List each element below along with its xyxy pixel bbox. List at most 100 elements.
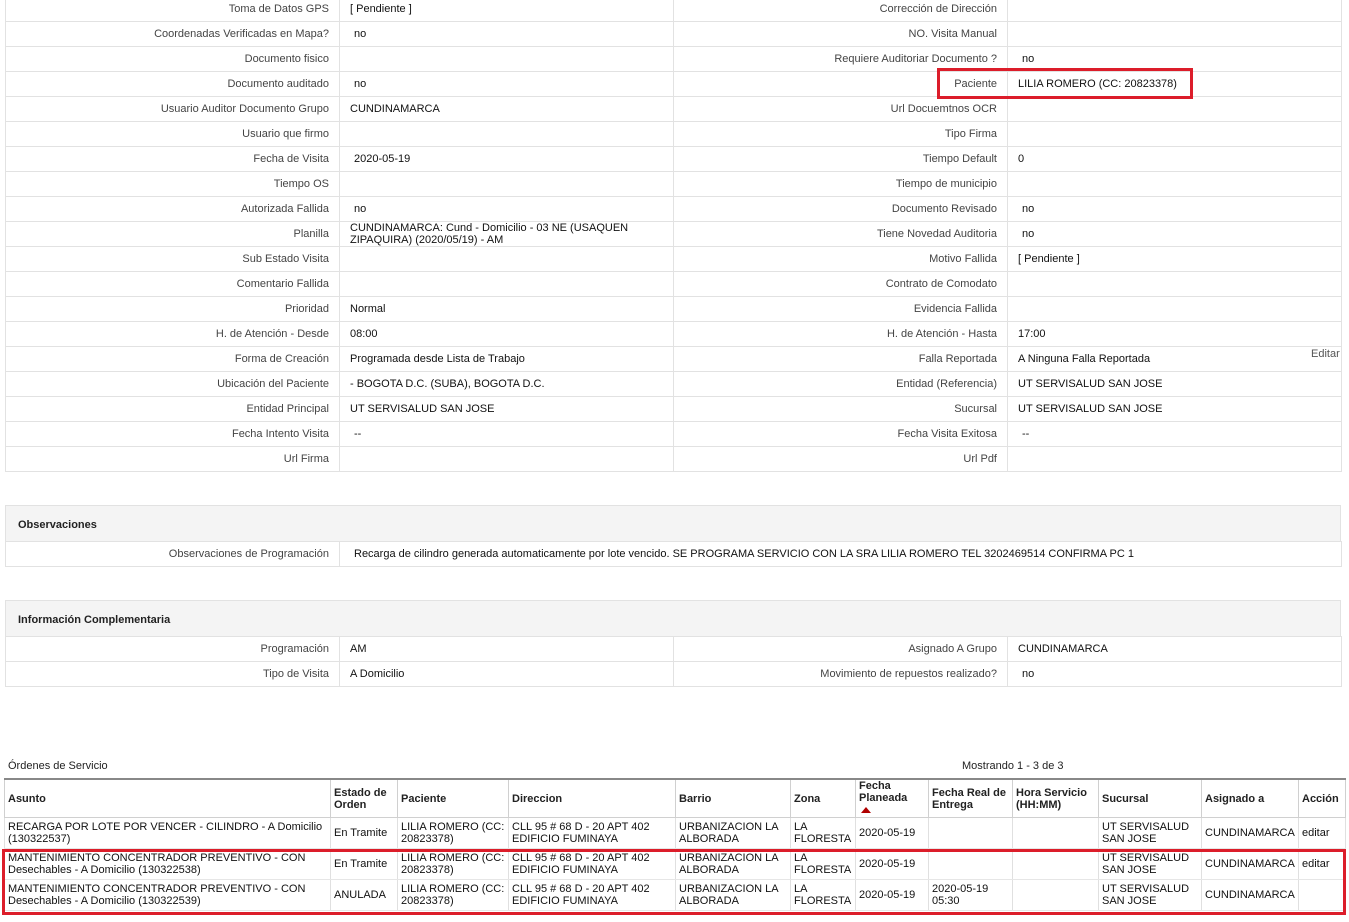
observaciones-value: Recarga de cilindro generada automaticam… (339, 541, 1342, 567)
column-header-fecha-real-de-entrega[interactable]: Fecha Real de Entrega (928, 778, 1013, 818)
field-label-toma-de-datos-gps: Toma de Datos GPS (5, 0, 340, 22)
field-value-usuario-auditor-documento-grupo: CUNDINAMARCA (339, 96, 674, 122)
column-header-direccion[interactable]: Direccion (508, 778, 676, 818)
field-value-entidad-referencia: UT SERVISALUD SAN JOSE (1007, 371, 1342, 397)
field-label-h-de-atencion-hasta: H. de Atención - Hasta (673, 321, 1008, 347)
column-header-fecha-planeada[interactable]: Fecha Planeada (855, 778, 929, 818)
field-value-planilla: CUNDINAMARCA: Cund - Domicilio - 03 NE (… (339, 221, 674, 247)
field-value-url-docuemtnos-ocr (1007, 96, 1342, 122)
detail-row: Autorizada Fallida no Documento Revisado no (5, 196, 1342, 222)
detail-row: Sub Estado Visita Motivo Fallida[ Pendien… (5, 246, 1342, 272)
column-header-hora-servicio-hh-mm[interactable]: Hora Servicio (HH:MM) (1012, 778, 1099, 818)
column-header-label: Direccion (512, 792, 563, 805)
field-label-movimiento-de-repuestos-realizado: Movimiento de repuestos realizado? (673, 661, 1008, 687)
field-value-tipo-de-visita: A Domicilio (339, 661, 674, 687)
field-value-toma-de-datos-gps: [ Pendiente ] (339, 0, 674, 22)
order-cell-accion[interactable]: editar (1298, 817, 1346, 849)
order-cell-fecha-real (928, 817, 1013, 849)
field-value-falla-reportada: A Ninguna Falla Reportada (1007, 346, 1342, 372)
observaciones-row: Observaciones de Programación Recarga de… (5, 541, 1342, 567)
column-header-label: Zona (794, 792, 821, 805)
column-header-zona[interactable]: Zona (790, 778, 856, 818)
field-value-tipo-firma (1007, 121, 1342, 147)
field-value-fecha-intento-visita: -- (339, 421, 674, 447)
field-value-contrato-de-comodato (1007, 271, 1342, 297)
field-value-sub-estado-visita (339, 246, 674, 272)
field-value-documento-auditado: no (339, 71, 674, 97)
order-cell-barrio: URBANIZACION LA ALBORADA (675, 817, 791, 849)
field-label-evidencia-fallida: Evidencia Fallida (673, 296, 1008, 322)
detail-row: H. de Atención - Desde 08:00 H. de Atenció… (5, 321, 1342, 347)
field-label-no-visita-manual: NO. Visita Manual (673, 21, 1008, 47)
detail-row: Forma de Creación Programada desde Lista … (5, 346, 1342, 372)
field-label-autorizada-fallida: Autorizada Fallida (5, 196, 340, 222)
field-value-fecha-de-visita: 2020-05-19 (339, 146, 674, 172)
column-header-asignado-a[interactable]: Asignado a (1201, 778, 1299, 818)
orders-count: Mostrando 1 - 3 de 3 (962, 760, 1064, 772)
field-value-tiene-novedad-auditoria: no (1007, 221, 1342, 247)
detail-row: Usuario que firmo Tipo Firma (5, 121, 1342, 147)
column-header-label: Acción (1302, 792, 1339, 805)
field-label-tiene-novedad-auditoria: Tiene Novedad Auditoria (673, 221, 1008, 247)
field-value-autorizada-fallida: no (339, 196, 674, 222)
field-value-sucursal: UT SERVISALUD SAN JOSE (1007, 396, 1342, 422)
column-header-label: Fecha Real de Entrega (932, 786, 1006, 811)
column-header-paciente[interactable]: Paciente (397, 778, 509, 818)
order-row[interactable]: RECARGA POR LOTE POR VENCER - CILINDRO -… (4, 817, 1346, 849)
field-label-usuario-auditor-documento-grupo: Usuario Auditor Documento Grupo (5, 96, 340, 122)
detail-row: Planilla CUNDINAMARCA: Cund - Domicilio -… (5, 221, 1342, 247)
field-value-h-de-atencion-desde: 08:00 (339, 321, 674, 347)
observaciones-header: Observaciones (5, 505, 1341, 541)
field-value-coordenadas-verificadas-en-mapa: no (339, 21, 674, 47)
field-value-movimiento-de-repuestos-realizado: no (1007, 661, 1342, 687)
field-label-motivo-fallida: Motivo Fallida (673, 246, 1008, 272)
field-label-comentario-fallida: Comentario Fallida (5, 271, 340, 297)
column-header-label: Barrio (679, 792, 712, 805)
field-label-sub-estado-visita: Sub Estado Visita (5, 246, 340, 272)
column-header-sucursal[interactable]: Sucursal (1098, 778, 1202, 818)
field-value-comentario-fallida (339, 271, 674, 297)
field-label-fecha-intento-visita: Fecha Intento Visita (5, 421, 340, 447)
sort-ascending-icon[interactable] (861, 807, 871, 813)
column-header-estado-de-orden[interactable]: Estado de Orden (330, 778, 398, 818)
order-cell-asunto: RECARGA POR LOTE POR VENCER - CILINDRO -… (4, 817, 331, 849)
field-label-tiempo-default: Tiempo Default (673, 146, 1008, 172)
field-value-correccion-de-direccion (1007, 0, 1342, 22)
column-header-label: Fecha Planeada (859, 780, 908, 804)
column-header-accion[interactable]: Acción (1298, 778, 1346, 818)
order-cell-sucursal: UT SERVISALUD SAN JOSE (1098, 817, 1202, 849)
detail-row: Fecha de Visita 2020-05-19 Tiempo Default 0 (5, 146, 1342, 172)
field-label-forma-de-creacion: Forma de Creación (5, 346, 340, 372)
order-cell-paciente: LILIA ROMERO (CC: 20823378) (397, 817, 509, 849)
observaciones-table: Observaciones de Programación Recarga de… (5, 541, 1342, 567)
editar-link[interactable]: Editar (1311, 348, 1340, 360)
order-cell-estado: En Tramite (330, 817, 398, 849)
field-label-asignado-a-grupo: Asignado A Grupo (673, 636, 1008, 662)
field-label-documento-fisico: Documento fisico (5, 46, 340, 72)
field-label-entidad-referencia: Entidad (Referencia) (673, 371, 1008, 397)
orders-header-row: Asunto Estado de Orden Paciente Direccion Ba… (4, 778, 1346, 818)
field-value-fecha-visita-exitosa: -- (1007, 421, 1342, 447)
field-value-ubicacion-del-paciente: - BOGOTA D.C. (SUBA), BOGOTA D.C. (339, 371, 674, 397)
order-cell-fecha-planeada: 2020-05-19 (855, 817, 929, 849)
field-value-documento-fisico (339, 46, 674, 72)
detail-row: Ubicación del Paciente - BOGOTA D.C. (SUB… (5, 371, 1342, 397)
field-value-tiempo-os (339, 171, 674, 197)
complementaria-header: Información Complementaria (5, 600, 1341, 636)
field-value-programacion: AM (339, 636, 674, 662)
field-label-planilla: Planilla (5, 221, 340, 247)
field-value-h-de-atencion-hasta: 17:00 (1007, 321, 1342, 347)
detail-row: Prioridad Normal Evidencia Fallida (5, 296, 1342, 322)
field-label-contrato-de-comodato: Contrato de Comodato (673, 271, 1008, 297)
field-value-entidad-principal: UT SERVISALUD SAN JOSE (339, 396, 674, 422)
column-header-label: Hora Servicio (HH:MM) (1016, 786, 1087, 811)
field-label-documento-auditado: Documento auditado (5, 71, 340, 97)
detail-row: Comentario Fallida Contrato de Comodato (5, 271, 1342, 297)
column-header-barrio[interactable]: Barrio (675, 778, 791, 818)
complementaria-row: Tipo de Visita A Domicilio Movimiento de r… (5, 661, 1342, 687)
field-label-sucursal: Sucursal (673, 396, 1008, 422)
column-header-asunto[interactable]: Asunto (4, 778, 331, 818)
field-label-tipo-de-visita: Tipo de Visita (5, 661, 340, 687)
orders-highlight (2, 849, 1346, 915)
order-cell-asignado: CUNDINAMARCA (1201, 817, 1299, 849)
